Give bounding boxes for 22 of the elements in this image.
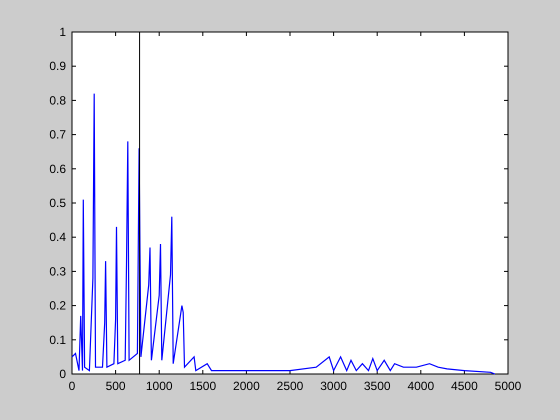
y-tick-label: 0.4: [49, 230, 66, 244]
x-tick-label: 4500: [451, 379, 478, 393]
x-tick-label: 0: [68, 379, 76, 393]
y-tick-label: 1: [59, 25, 66, 39]
x-tick-label: 1500: [189, 379, 216, 393]
x-tick-label: 3000: [320, 379, 347, 393]
y-tick-label: 0.2: [49, 298, 66, 313]
x-tick-label: 2500: [276, 379, 304, 393]
x-tick-label: 5000: [494, 379, 522, 393]
x-tick-label: 500: [106, 379, 126, 393]
y-tick-label: 0.6: [49, 162, 66, 176]
x-tick-label: 1000: [146, 379, 173, 393]
x-tick-label: 3500: [364, 379, 391, 393]
x-tick-label: 2000: [233, 379, 260, 393]
y-tick-label: 0.7: [49, 128, 66, 142]
y-tick-label: 0.3: [49, 264, 66, 278]
y-tick-label: 0: [59, 367, 66, 381]
y-tick-label: 0.1: [49, 332, 66, 347]
x-tick-label: 4000: [407, 379, 434, 393]
y-tick-label: 0.8: [49, 93, 66, 108]
y-tick-label: 0.9: [49, 59, 66, 74]
y-tick-label: 0.5: [49, 196, 66, 210]
